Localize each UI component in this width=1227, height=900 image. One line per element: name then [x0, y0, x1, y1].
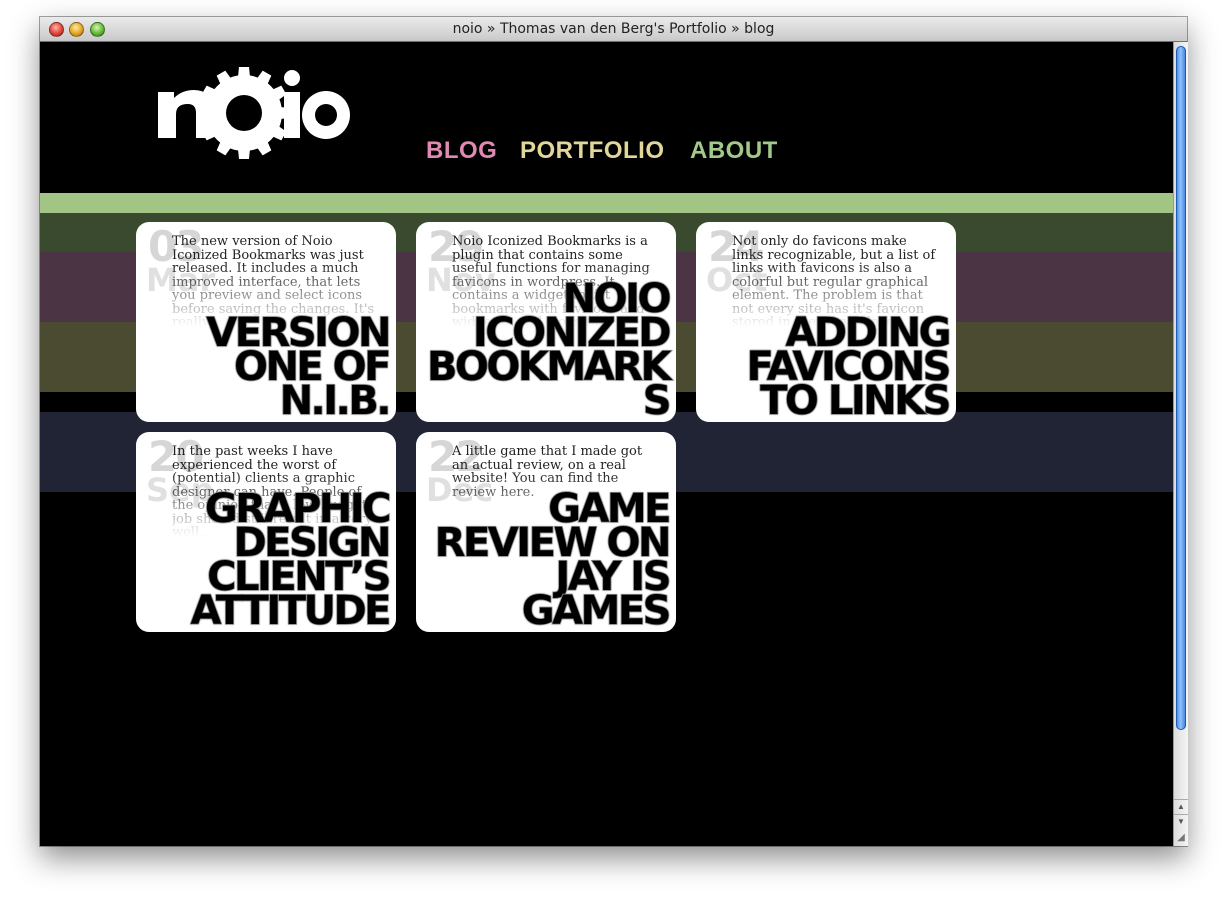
vertical-scrollbar[interactable]: ▲ ▼ ◢: [1173, 42, 1188, 846]
scroll-up-arrow-icon[interactable]: ▲: [1174, 799, 1188, 814]
site-logo[interactable]: [154, 66, 354, 166]
post-title[interactable]: VERSION ONE OF N.I.B.: [141, 312, 392, 422]
browser-window: noio » Thomas van den Berg's Portfolio »…: [40, 17, 1188, 846]
title-bar: noio » Thomas van den Berg's Portfolio »…: [40, 17, 1187, 42]
post-card-iconized-bookmarks[interactable]: 29 Nov Noio Iconized Bookmarks is a plug…: [416, 222, 676, 422]
resize-grip-icon[interactable]: ◢: [1174, 830, 1188, 845]
nav-about-link[interactable]: ABOUT: [690, 137, 778, 165]
scrollbar-thumb[interactable]: [1176, 46, 1186, 730]
post-card-game-review[interactable]: 22 Dec A little game that I made got an …: [416, 432, 676, 632]
scroll-down-arrow-icon[interactable]: ▼: [1174, 814, 1188, 829]
nav-portfolio-link[interactable]: PORTFOLIO: [520, 137, 665, 165]
post-title[interactable]: GAME REVIEW ON JAY IS GAMES: [421, 488, 672, 632]
post-card-graphic-design[interactable]: 20 Sep In the past weeks I have experien…: [136, 432, 396, 632]
post-card-version-one[interactable]: 03 Mar The new version of Noio Iconized …: [136, 222, 396, 422]
post-title[interactable]: GRAPHIC DESIGN CLIENT’S ATTITUDE: [141, 488, 393, 632]
post-title[interactable]: ADDING FAVICONS TO LINKS: [701, 312, 952, 422]
page-viewport: BLOG PORTFOLIO ABOUT 03 Mar The new vers…: [40, 42, 1173, 846]
post-card-adding-favicons[interactable]: 24 Oct Not only do favicons make links r…: [696, 222, 956, 422]
noio-logo-icon: [158, 67, 350, 159]
green-stripe: [40, 193, 1173, 213]
nav-blog-link[interactable]: BLOG: [426, 137, 497, 165]
window-title: noio » Thomas van den Berg's Portfolio »…: [452, 21, 775, 37]
post-title[interactable]: NOIO ICONIZED BOOKMARKS: [421, 278, 672, 422]
